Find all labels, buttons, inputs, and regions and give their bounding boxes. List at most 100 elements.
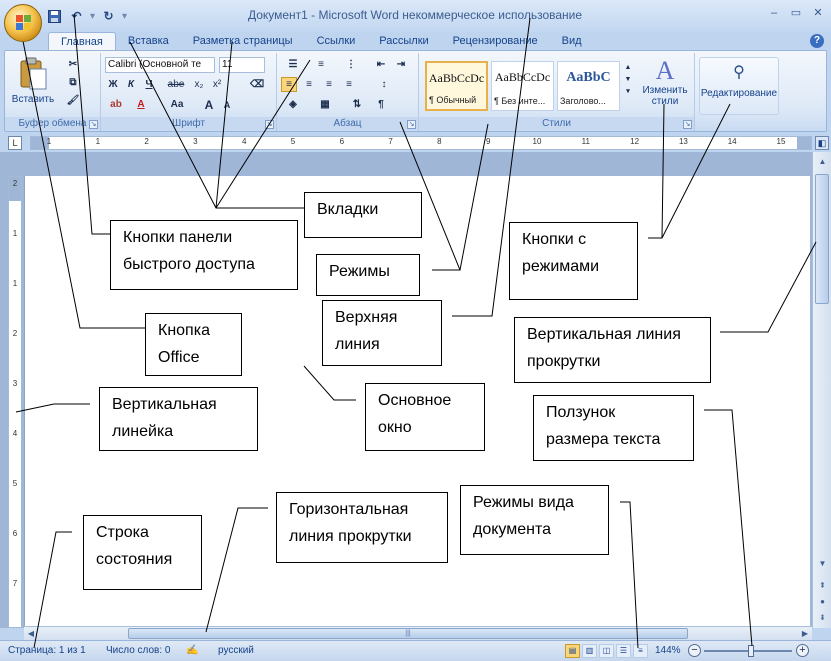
previous-page-icon[interactable]: ⇞ bbox=[815, 578, 830, 593]
close-button[interactable]: ✕ bbox=[811, 6, 825, 20]
horizontal-scroll-thumb[interactable]: ||| bbox=[128, 628, 688, 639]
grow-font-button[interactable]: A bbox=[201, 97, 217, 112]
cut-icon[interactable]: ✂ bbox=[65, 57, 81, 72]
change-styles-button[interactable]: A Изменить стили bbox=[639, 57, 691, 108]
shrink-font-button[interactable]: A bbox=[219, 97, 235, 112]
horizontal-scrollbar[interactable]: ◀ ||| ▶ bbox=[24, 626, 812, 640]
tab-mailings[interactable]: Рассылки bbox=[367, 32, 440, 50]
group-paragraph: ☰ ≡ ⋮ ⇤ ⇥ ≡ ≡ ≡ ≡ ↕ ◈ ▦ ⇅ ¶ Абзац ↘ bbox=[277, 53, 419, 131]
vertical-scrollbar[interactable]: ▲ ▼ ⇞ ● ⇟ bbox=[812, 152, 831, 628]
full-screen-reading-view-icon[interactable]: ▥ bbox=[582, 644, 597, 658]
strikethrough-button[interactable]: abe bbox=[165, 77, 187, 92]
scroll-up-icon[interactable]: ▲ bbox=[815, 154, 830, 169]
save-icon[interactable] bbox=[46, 8, 63, 25]
vertical-ruler[interactable]: 2 1 1 2 3 4 5 6 7 bbox=[8, 176, 22, 628]
callout-tabs: Вкладки bbox=[304, 192, 422, 238]
zoom-out-icon[interactable]: − bbox=[688, 644, 701, 657]
copy-icon[interactable]: ⧉ bbox=[65, 75, 81, 90]
format-painter-icon[interactable]: 🖌 bbox=[65, 93, 81, 108]
view-ruler-icon[interactable]: ◧ bbox=[815, 136, 829, 150]
minimize-button[interactable]: – bbox=[767, 6, 781, 20]
next-page-icon[interactable]: ⇟ bbox=[815, 610, 830, 625]
italic-button[interactable]: К bbox=[123, 77, 139, 92]
style-heading[interactable]: AaBbC Заголово... bbox=[557, 61, 620, 111]
editing-button[interactable]: ⚲ Редактирование bbox=[699, 57, 779, 115]
line-spacing-icon[interactable]: ↕ bbox=[373, 77, 395, 92]
group-clipboard: Вставить ✂ ⧉ 🖌 Буфер обмена ↘ bbox=[5, 53, 101, 131]
tab-insert[interactable]: Вставка bbox=[116, 32, 181, 50]
callout-vertical-ruler: Вертикальная линейка bbox=[99, 387, 258, 451]
proofing-icon[interactable]: ✍ bbox=[186, 645, 198, 656]
change-case-button[interactable]: Aa bbox=[165, 97, 189, 112]
align-left-icon[interactable]: ≡ bbox=[281, 77, 297, 92]
numbering-icon[interactable]: ≡ bbox=[309, 57, 333, 72]
shading-icon[interactable]: ◈ bbox=[281, 97, 305, 112]
paragraph-group-label: Абзац bbox=[277, 117, 418, 130]
borders-icon[interactable]: ▦ bbox=[313, 97, 337, 112]
font-name-combo[interactable]: Calibri (Основной те bbox=[105, 57, 215, 73]
align-center-icon[interactable]: ≡ bbox=[301, 77, 317, 92]
tab-review[interactable]: Рецензирование bbox=[441, 32, 550, 50]
callout-quick-access: Кнопки панели быстрого доступа bbox=[110, 220, 298, 290]
redo-icon[interactable]: ↻ bbox=[100, 8, 117, 25]
bullets-icon[interactable]: ☰ bbox=[281, 57, 305, 72]
undo-icon[interactable]: ↶ bbox=[68, 8, 85, 25]
office-button[interactable] bbox=[4, 4, 42, 42]
tab-home[interactable]: Главная bbox=[48, 32, 116, 50]
vertical-scroll-thumb[interactable] bbox=[815, 174, 829, 304]
paragraph-launcher-icon[interactable]: ↘ bbox=[407, 120, 416, 129]
help-icon[interactable]: ? bbox=[810, 34, 824, 48]
highlight-icon[interactable]: ab bbox=[105, 97, 127, 112]
justify-icon[interactable]: ≡ bbox=[341, 77, 357, 92]
tab-selector-icon[interactable]: L bbox=[8, 136, 22, 150]
ruler-number: 1 bbox=[46, 137, 52, 146]
outline-view-icon[interactable]: ☰ bbox=[616, 644, 631, 658]
decrease-indent-icon[interactable]: ⇤ bbox=[373, 57, 389, 72]
bold-button[interactable]: Ж bbox=[105, 77, 121, 92]
zoom-in-icon[interactable]: + bbox=[796, 644, 809, 657]
font-size-combo[interactable]: 11 bbox=[219, 57, 265, 73]
scroll-right-icon[interactable]: ▶ bbox=[798, 627, 812, 640]
ruler-number: 2 bbox=[12, 329, 18, 338]
clear-format-icon[interactable]: ⌫ bbox=[249, 77, 265, 92]
subscript-button[interactable]: x₂ bbox=[191, 77, 207, 92]
styles-launcher-icon[interactable]: ↘ bbox=[683, 120, 692, 129]
underline-button[interactable]: Ч bbox=[141, 77, 157, 92]
tab-view[interactable]: Вид bbox=[550, 32, 594, 50]
align-right-icon[interactable]: ≡ bbox=[321, 77, 337, 92]
print-layout-view-icon[interactable]: ▤ bbox=[565, 644, 580, 658]
styles-scroll-icon[interactable]: ▲ ▼ ▾ bbox=[623, 61, 633, 109]
style-normal[interactable]: AaBbCcDc ¶ Обычный bbox=[425, 61, 488, 111]
callout-top-line: Верхняя линия bbox=[322, 300, 442, 366]
increase-indent-icon[interactable]: ⇥ bbox=[393, 57, 409, 72]
language-indicator[interactable]: русский bbox=[218, 645, 254, 656]
ruler-number: 11 bbox=[581, 137, 590, 146]
scroll-down-icon[interactable]: ▼ bbox=[815, 556, 830, 571]
maximize-button[interactable]: ▭ bbox=[789, 6, 803, 20]
draft-view-icon[interactable]: ≡ bbox=[633, 644, 648, 658]
ruler-number: 5 bbox=[12, 479, 18, 488]
zoom-level[interactable]: 144% bbox=[655, 645, 681, 656]
horizontal-ruler[interactable]: 1 1 2 3 4 5 6 7 8 9 10 11 12 13 14 15 bbox=[30, 136, 812, 150]
tab-page-layout[interactable]: Разметка страницы bbox=[181, 32, 305, 50]
change-styles-label: Изменить стили bbox=[642, 85, 688, 107]
clipboard-launcher-icon[interactable]: ↘ bbox=[89, 120, 98, 129]
style-no-spacing[interactable]: AaBbCcDc ¶ Без инте... bbox=[491, 61, 554, 111]
web-layout-view-icon[interactable]: ◫ bbox=[599, 644, 614, 658]
paste-button[interactable]: Вставить bbox=[11, 57, 55, 105]
select-browse-object-icon[interactable]: ● bbox=[815, 594, 830, 609]
ruler-number: 1 bbox=[95, 137, 101, 146]
word-count[interactable]: Число слов: 0 bbox=[106, 645, 170, 656]
font-color-icon[interactable]: A bbox=[133, 97, 149, 112]
zoom-slider-thumb[interactable] bbox=[747, 645, 754, 657]
customize-qat-icon[interactable]: ▾ bbox=[122, 11, 127, 22]
show-marks-icon[interactable]: ¶ bbox=[373, 97, 389, 112]
font-launcher-icon[interactable]: ↘ bbox=[265, 120, 274, 129]
page-count[interactable]: Страница: 1 из 1 bbox=[8, 645, 86, 656]
editing-label: Редактирование bbox=[700, 88, 778, 99]
sort-icon[interactable]: ⇅ bbox=[349, 97, 365, 112]
multilevel-list-icon[interactable]: ⋮ bbox=[339, 57, 363, 72]
superscript-button[interactable]: x² bbox=[209, 77, 225, 92]
tab-references[interactable]: Ссылки bbox=[305, 32, 368, 50]
scroll-left-icon[interactable]: ◀ bbox=[24, 627, 38, 640]
